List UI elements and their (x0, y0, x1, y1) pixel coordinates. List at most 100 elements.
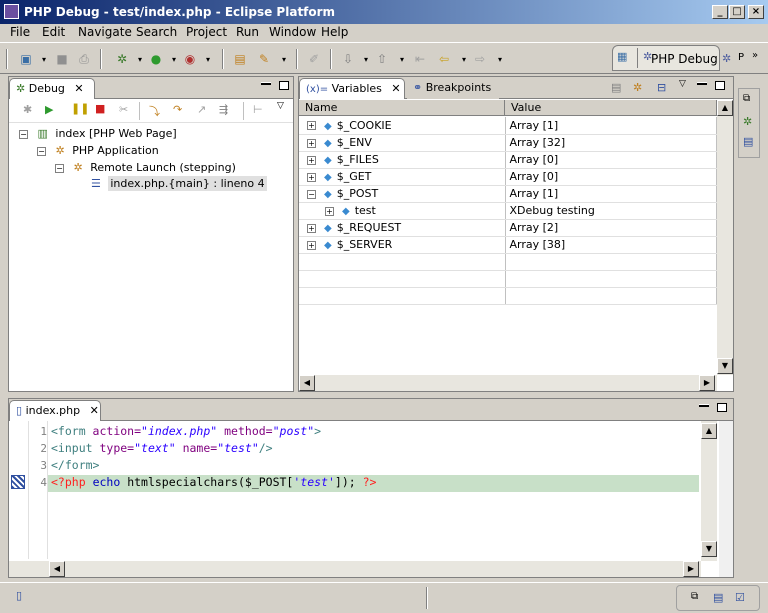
search-dropdown-icon[interactable]: ▾ (276, 51, 292, 67)
column-header-value[interactable]: Value (505, 100, 717, 116)
suspend-icon[interactable]: ❚❚ (71, 102, 89, 115)
save-icon[interactable]: ■ (54, 51, 70, 67)
close-tab-icon[interactable]: ✕ (74, 82, 83, 95)
collapse-icon[interactable]: − (37, 146, 46, 156)
menu-search[interactable]: Search (136, 24, 177, 42)
expand-icon[interactable]: + (307, 155, 316, 165)
tasks-icon[interactable]: ☑ (735, 591, 745, 604)
terminate-icon[interactable]: ■ (95, 102, 105, 115)
minimize-view-icon[interactable] (697, 82, 707, 85)
perspective-switcher[interactable]: ▦ ✲ PHP Debug (612, 45, 720, 71)
minimize-button[interactable]: _ (712, 5, 728, 19)
minimize-view-icon[interactable] (699, 404, 709, 407)
variable-row[interactable]: + ◆ $_COOKIE Array [1] (299, 117, 717, 135)
perspective-label[interactable]: PHP Debug (651, 52, 718, 66)
variable-row[interactable]: + ◆ $_GET Array [0] (299, 168, 717, 186)
step-filters-icon[interactable]: ⊢ (253, 103, 263, 116)
tab-variables[interactable]: (x)= Variables ✕ (299, 78, 405, 99)
menu-navigate[interactable]: Navigate (78, 24, 132, 42)
code-line[interactable]: <?php echo htmlspecialchars($_POST['test… (51, 475, 376, 489)
expand-icon[interactable]: + (307, 240, 316, 250)
restore-icon[interactable]: ⧉ (691, 591, 698, 602)
code-line[interactable]: <form action="index.php" method="post"> (51, 424, 321, 438)
expand-icon[interactable]: + (307, 121, 316, 131)
scroll-right-arrow[interactable]: ▶ (683, 561, 699, 577)
expand-icon[interactable]: + (307, 138, 316, 148)
variable-row[interactable]: + ◆ $_FILES Array [0] (299, 151, 717, 169)
pen-icon[interactable]: ✐ (306, 51, 322, 67)
expand-icon[interactable]: + (307, 172, 316, 182)
variables-vertical-scrollbar[interactable]: ▲ ▼ (717, 100, 733, 375)
perspective-overflow-label[interactable]: P (738, 52, 744, 63)
close-tab-icon[interactable]: ✕ (90, 404, 99, 417)
collapse-icon[interactable]: − (307, 189, 316, 199)
disconnect-icon[interactable]: ✂ (119, 103, 128, 116)
resume-icon[interactable]: ▶ (45, 103, 53, 116)
collapse-icon[interactable]: − (55, 163, 64, 173)
previous-annotation-dropdown-icon[interactable]: ▾ (394, 51, 410, 67)
tab-debug[interactable]: ✲ Debug ✕ (9, 78, 95, 99)
console-icon[interactable]: ▤ (743, 135, 753, 148)
menu-window[interactable]: Window (269, 24, 316, 42)
editor-horizontal-scrollbar[interactable]: ◀ ▶ (9, 561, 701, 577)
menu-project[interactable]: Project (186, 24, 227, 42)
debug-icon[interactable]: ✲ (114, 51, 130, 67)
debug-tree-row[interactable]: − ✲ PHP Application (37, 144, 159, 157)
menu-file[interactable]: File (10, 24, 30, 42)
new-dropdown-icon[interactable]: ▾ (36, 51, 52, 67)
debug-tree-row-selected[interactable]: ☰ index.php.{main} : lineno 4 (91, 176, 267, 191)
show-type-names-icon[interactable]: ▤ (611, 81, 621, 94)
scroll-down-arrow[interactable]: ▼ (701, 541, 717, 557)
variables-horizontal-scrollbar[interactable]: ◀ ▶ (299, 375, 717, 391)
search-icon[interactable]: ✎ (256, 51, 272, 67)
back-dropdown-icon[interactable]: ▾ (456, 51, 472, 67)
menu-edit[interactable]: Edit (42, 24, 65, 42)
show-logical-structure-icon[interactable]: ✲ (633, 81, 642, 94)
scroll-left-arrow[interactable]: ◀ (49, 561, 65, 577)
maximize-view-icon[interactable] (715, 81, 725, 90)
step-into-icon[interactable]: ⤵ (149, 103, 160, 119)
minimize-view-icon[interactable] (261, 82, 271, 85)
code-line[interactable]: <input type="text" name="test"/> (51, 441, 273, 455)
code-line[interactable]: </form> (51, 458, 99, 472)
scroll-right-arrow[interactable]: ▶ (699, 375, 715, 391)
remove-terminated-icon[interactable]: ✱ (23, 103, 32, 116)
perspective-more-icon[interactable]: » (752, 50, 758, 61)
expand-icon[interactable]: + (307, 223, 316, 233)
external-tools-dropdown-icon[interactable]: ▾ (200, 51, 216, 67)
forward-icon[interactable]: ⇨ (472, 51, 488, 67)
next-annotation-dropdown-icon[interactable]: ▾ (358, 51, 374, 67)
close-button[interactable]: × (748, 5, 764, 19)
collapse-icon[interactable]: − (19, 129, 28, 139)
external-tools-icon[interactable]: ◉ (182, 51, 198, 67)
next-annotation-icon[interactable]: ⇩ (340, 51, 356, 67)
debug-tree-row[interactable]: − ▥ index [PHP Web Page] (19, 127, 177, 140)
variable-row[interactable]: + ◆ test XDebug testing (299, 202, 717, 220)
back-icon[interactable]: ⇦ (436, 51, 452, 67)
open-type-icon[interactable]: ▤ (232, 51, 248, 67)
variable-row[interactable]: + ◆ $_REQUEST Array [2] (299, 219, 717, 237)
menu-help[interactable]: Help (321, 24, 348, 42)
variable-row[interactable]: + ◆ $_ENV Array [32] (299, 134, 717, 152)
scroll-up-arrow[interactable]: ▲ (717, 100, 733, 116)
restore-icon[interactable]: ⧉ (743, 93, 750, 104)
view-menu-icon[interactable]: ▽ (277, 101, 284, 111)
debug-dropdown-icon[interactable]: ▾ (132, 51, 148, 67)
scroll-down-arrow[interactable]: ▼ (717, 358, 733, 374)
run-dropdown-icon[interactable]: ▾ (166, 51, 182, 67)
step-return-icon[interactable]: ↗ (197, 103, 206, 116)
forward-dropdown-icon[interactable]: ▾ (492, 51, 508, 67)
view-menu-icon[interactable]: ▽ (679, 79, 686, 89)
maximize-button[interactable]: □ (729, 5, 745, 19)
step-over-icon[interactable]: ↷ (173, 103, 182, 116)
scroll-up-arrow[interactable]: ▲ (701, 423, 717, 439)
fast-view-icon[interactable]: ▯ (16, 589, 22, 602)
drop-to-frame-icon[interactable]: ⇶ (219, 103, 228, 116)
print-icon[interactable]: ⎙ (76, 51, 92, 67)
outline-icon[interactable]: ✲ (743, 115, 752, 128)
scroll-left-arrow[interactable]: ◀ (299, 375, 315, 391)
collapse-all-icon[interactable]: ⊟ (657, 81, 666, 94)
variable-row[interactable]: − ◆ $_POST Array [1] (299, 185, 717, 203)
tab-index-php[interactable]: ▯ index.php ✕ (9, 400, 101, 421)
tab-breakpoints[interactable]: ⚭ Breakpoints (407, 78, 499, 99)
